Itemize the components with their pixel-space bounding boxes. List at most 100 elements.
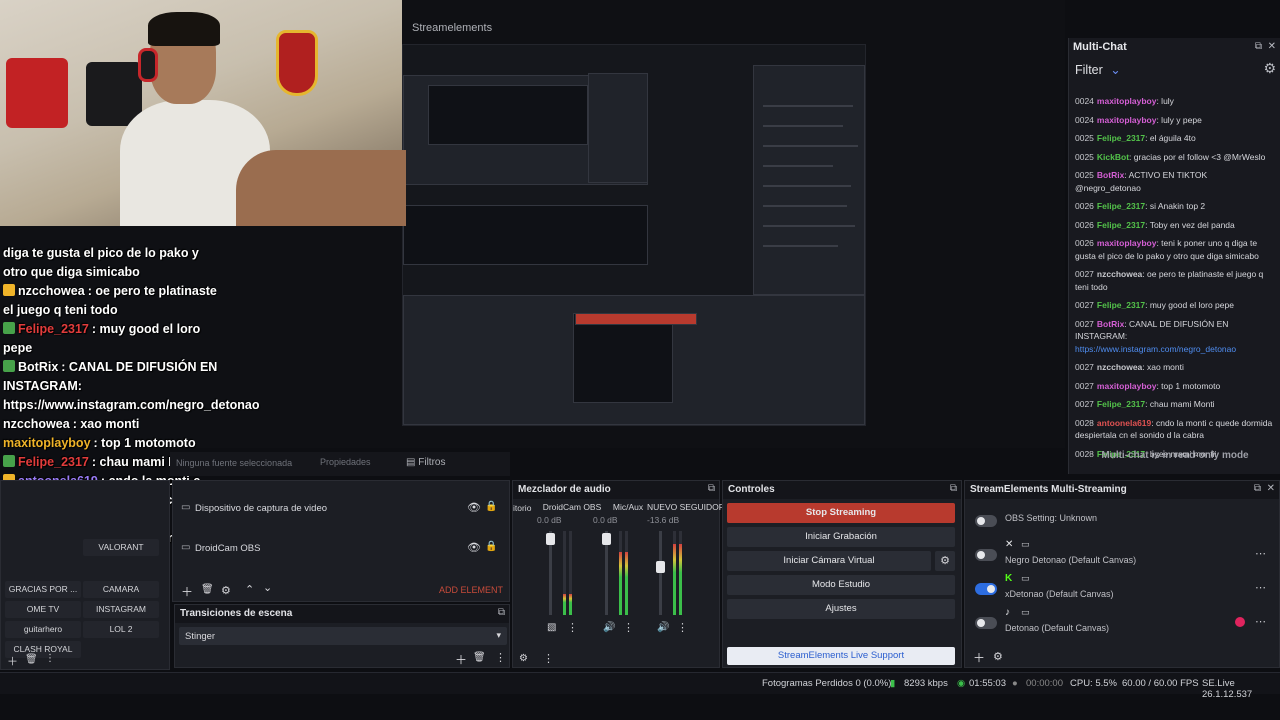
eye-icon[interactable]: 👁: [467, 501, 481, 514]
message-user[interactable]: Felipe_2317: [1097, 300, 1145, 310]
speaker-icon[interactable]: 🔊: [657, 622, 669, 633]
trash-icon[interactable]: 🗑: [473, 652, 486, 663]
source-item[interactable]: ▭ DroidCam OBS 👁 🔒: [173, 539, 503, 559]
add-source-button[interactable]: ＋: [181, 583, 193, 600]
streamer-hair: [148, 12, 220, 46]
undock-icon[interactable]: ⧉: [950, 483, 957, 494]
volume-fader-track[interactable]: [546, 531, 555, 615]
volume-meter: [563, 531, 566, 615]
message-user[interactable]: nzcchowea: [1097, 269, 1142, 279]
multichat-message: 0027 nzcchowea: oe pero te platinaste el …: [1075, 268, 1273, 293]
scene-button[interactable]: VALORANT: [83, 539, 159, 556]
undock-icon[interactable]: ⧉: [1254, 483, 1261, 494]
more-icon[interactable]: ⋯: [1255, 547, 1266, 560]
arrow-up-icon[interactable]: ⌃: [245, 583, 254, 596]
scene-button[interactable]: CAMARA: [83, 581, 159, 598]
message-user[interactable]: BotRix: [1097, 319, 1124, 329]
message-user[interactable]: Felipe_2317: [1097, 220, 1145, 230]
transition-select[interactable]: Stinger ▾: [179, 627, 507, 645]
message-user[interactable]: maxitoplayboy: [1097, 96, 1157, 106]
stream-destination-label: Detonao (Default Canvas): [1005, 623, 1110, 633]
multichat-title: Multi-Chat: [1073, 41, 1127, 53]
lock-icon[interactable]: 🔒: [485, 501, 497, 512]
start-recording-button[interactable]: Iniciar Grabación: [727, 527, 955, 547]
volume-fader-handle[interactable]: [546, 533, 555, 545]
volume-meter: [619, 531, 622, 615]
message-user[interactable]: KickBot: [1097, 152, 1129, 162]
add-transition-button[interactable]: ＋: [455, 651, 467, 668]
message-user[interactable]: antoonela619: [1097, 418, 1151, 428]
message-user[interactable]: nzcchowea: [1097, 362, 1142, 372]
undock-icon[interactable]: ⧉: [498, 607, 505, 618]
settings-button[interactable]: Ajustes: [727, 599, 955, 619]
captured-multichat: [753, 65, 865, 295]
lock-icon[interactable]: 🔒: [485, 541, 497, 552]
overlay-chat-user: Felipe_2317: [18, 455, 89, 469]
tab-filters[interactable]: ▤ Filtros: [406, 457, 445, 468]
scene-button[interactable]: LOL 2: [83, 621, 159, 638]
more-icon[interactable]: ⋮: [623, 621, 634, 634]
scene-button[interactable]: guitarhero: [5, 621, 81, 638]
gear-icon[interactable]: ⚙: [1263, 60, 1276, 77]
scene-button[interactable]: INSTAGRAM: [83, 601, 159, 618]
message-user[interactable]: BotRix: [1097, 170, 1124, 180]
add-destination-button[interactable]: ＋: [973, 649, 985, 666]
live-support-button[interactable]: StreamElements Live Support: [727, 647, 955, 665]
tab-filters-label: Filtros: [418, 457, 446, 468]
message-user[interactable]: Felipe_2317: [1097, 133, 1145, 143]
volume-fader-track[interactable]: [656, 531, 665, 615]
volume-fader-track[interactable]: [602, 531, 611, 615]
dropped-frames: Fotogramas Perdidos 0 (0.0%): [762, 678, 892, 689]
transitions-title: Transiciones de escena: [180, 608, 293, 619]
filter-dropdown[interactable]: Filter ⌄: [1075, 62, 1121, 77]
message-user[interactable]: Felipe_2317: [1097, 201, 1145, 211]
speaker-icon[interactable]: 🔊: [603, 622, 615, 633]
message-user[interactable]: maxitoplayboy: [1097, 381, 1157, 391]
volume-fader-handle[interactable]: [602, 533, 611, 545]
more-icon[interactable]: ⋮: [495, 651, 506, 664]
close-icon[interactable]: ✕: [1267, 483, 1275, 494]
message-user[interactable]: maxitoplayboy: [1097, 115, 1157, 125]
message-link[interactable]: https://www.instagram.com/negro_detonao: [1075, 344, 1236, 354]
muted-speaker-icon[interactable]: ▧: [547, 622, 556, 633]
stream-toggle[interactable]: [975, 617, 997, 629]
more-icon[interactable]: ⋮: [677, 621, 688, 634]
mixer-settings-icon[interactable]: ⚙: [519, 653, 528, 664]
trash-icon[interactable]: 🗑: [201, 584, 214, 595]
scene-button[interactable]: OME TV: [5, 601, 81, 618]
source-item[interactable]: ▭ Dispositivo de captura de video 👁 🔒: [173, 499, 503, 519]
gear-icon[interactable]: ⚙: [993, 650, 1003, 663]
message-text: : luly y pepe: [1156, 114, 1202, 125]
eye-icon[interactable]: 👁: [467, 541, 481, 554]
overlay-chat-message: Felipe_2317: muy good el loro pepe: [0, 320, 220, 358]
undock-icon[interactable]: ⧉: [708, 483, 715, 494]
stream-toggle[interactable]: [975, 515, 997, 527]
stream-toggle[interactable]: [975, 583, 997, 595]
virtual-camera-settings-button[interactable]: ⚙: [935, 551, 955, 571]
volume-fader-handle[interactable]: [656, 561, 665, 573]
message-user[interactable]: Felipe_2317: [1097, 399, 1145, 409]
controls-title: Controles: [728, 484, 775, 495]
more-icon[interactable]: ⋮: [543, 652, 554, 665]
studio-mode-button[interactable]: Modo Estudio: [727, 575, 955, 595]
arrow-down-icon[interactable]: ⌄: [263, 581, 272, 594]
trash-icon[interactable]: 🗑: [25, 654, 38, 665]
more-icon[interactable]: ⋮: [567, 621, 578, 634]
stream-toggle[interactable]: [975, 549, 997, 561]
scene-button[interactable]: GRACIAS POR ...: [5, 581, 81, 598]
add-scene-button[interactable]: ＋: [7, 653, 18, 669]
more-icon[interactable]: ⋯: [1255, 615, 1266, 628]
more-icon[interactable]: ⋯: [1255, 581, 1266, 594]
stop-streaming-button[interactable]: Stop Streaming: [727, 503, 955, 523]
more-icon[interactable]: ⋮: [45, 653, 55, 664]
overlay-chat-message: nzcchowea: oe pero te platinaste el jueg…: [0, 282, 220, 320]
message-user[interactable]: maxitoplayboy: [1097, 238, 1157, 248]
gear-icon[interactable]: ⚙: [221, 584, 231, 597]
warning-icon[interactable]: [1235, 617, 1245, 627]
start-virtual-camera-button[interactable]: Iniciar Cámara Virtual: [727, 551, 931, 571]
multichat-message: 0026 Felipe_2317: si Anakin top 2: [1075, 200, 1273, 213]
add-element-button[interactable]: ADD ELEMENT: [439, 585, 503, 595]
undock-icon[interactable]: ⧉: [1255, 41, 1262, 52]
tab-properties[interactable]: Propiedades: [320, 457, 371, 467]
close-icon[interactable]: ✕: [1268, 41, 1276, 52]
